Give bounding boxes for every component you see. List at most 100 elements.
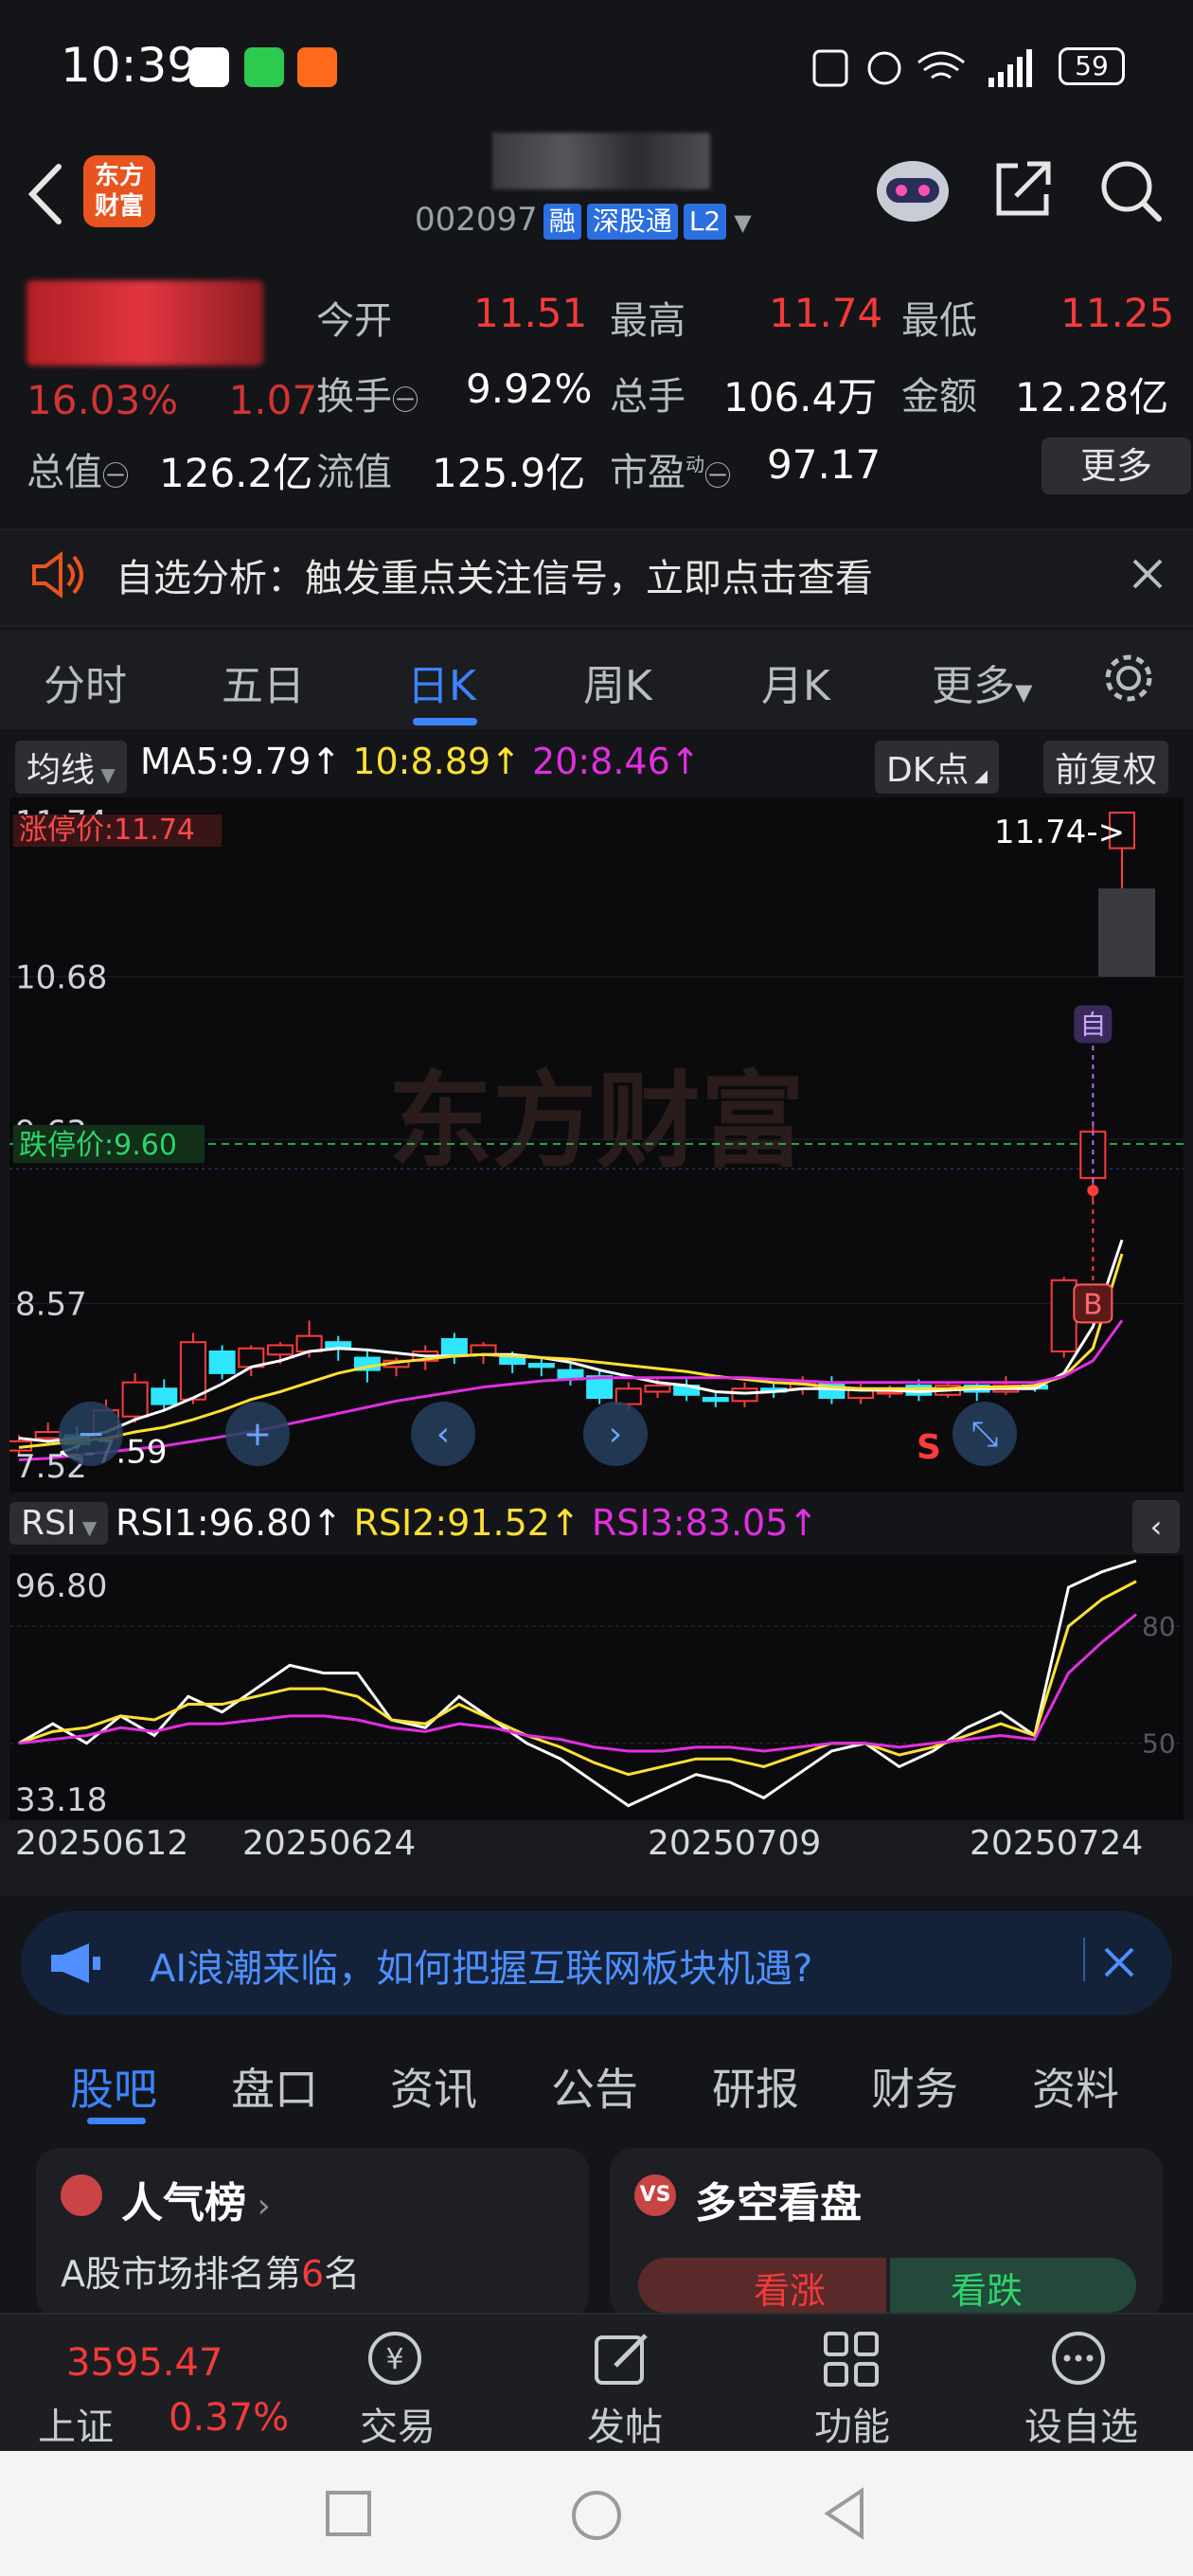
candle-body bbox=[266, 1344, 294, 1356]
rsi-chart[interactable]: 80 50 96.80 33.18 bbox=[9, 1555, 1184, 1820]
low-value: 11.25 bbox=[1060, 290, 1175, 336]
ytick-4: 8.57 bbox=[15, 1285, 87, 1323]
expand-icon[interactable]: ⤡ bbox=[953, 1402, 1017, 1466]
info-icon: ㊀ bbox=[102, 460, 130, 492]
share-icon[interactable] bbox=[989, 156, 1056, 223]
nav-trade[interactable]: 交易 bbox=[360, 2396, 436, 2451]
rsi-selector[interactable]: RSI ▼ bbox=[9, 1502, 109, 1545]
function-grid-icon bbox=[824, 2332, 879, 2387]
kline-chart[interactable]: 东方财富11.74涨停价:11.7410.689.63跌停价:9.608.577… bbox=[9, 797, 1184, 1493]
date-tick-4: 20250724 bbox=[970, 1824, 1144, 1863]
zoom-out-icon[interactable]: − bbox=[59, 1402, 123, 1466]
megaphone-icon bbox=[51, 1943, 100, 1983]
candle-body bbox=[731, 1387, 758, 1403]
rsi-background bbox=[9, 1555, 1184, 1820]
candle-body bbox=[499, 1356, 526, 1366]
more-button[interactable]: 更多 bbox=[1042, 438, 1191, 494]
tab-weekly-k[interactable]: 周K bbox=[583, 652, 652, 712]
rsi2-value: RSI2:91.52↑ bbox=[353, 1502, 580, 1544]
stock-code-line[interactable]: 002097 融深股通 L2 ▼ bbox=[415, 201, 752, 240]
dropdown-icon: ▼ bbox=[1015, 679, 1033, 706]
stock-name-blurred bbox=[492, 133, 710, 189]
svg-text:⤡: ⤡ bbox=[971, 1415, 999, 1454]
tab-profile[interactable]: 资料 bbox=[1032, 2055, 1119, 2118]
candle-body bbox=[527, 1363, 555, 1368]
ranking-icon bbox=[61, 2174, 102, 2216]
adjust-button[interactable]: 前复权 bbox=[1043, 741, 1169, 794]
signal-icon bbox=[988, 49, 1032, 87]
tab-five-day[interactable]: 五日 bbox=[222, 652, 305, 712]
dropdown-icon: ▼ bbox=[734, 209, 752, 236]
tab-daily-k[interactable]: 日K bbox=[407, 652, 476, 712]
float-cap-label: 流值 bbox=[316, 451, 392, 494]
tab-orderbook[interactable]: 盘口 bbox=[231, 2055, 318, 2118]
battery-icon: 59 bbox=[1059, 47, 1125, 85]
index-value[interactable]: 3595.47 bbox=[66, 2341, 223, 2385]
tag-l2: L2 bbox=[683, 204, 727, 240]
nfc-icon bbox=[812, 49, 848, 87]
tab-intraday[interactable]: 分时 bbox=[44, 652, 127, 712]
pe-value: 97.17 bbox=[767, 441, 881, 488]
recent-apps-icon[interactable] bbox=[322, 2487, 377, 2542]
ma20-value: 20:8.46↑ bbox=[532, 741, 701, 782]
open-value: 11.51 bbox=[473, 290, 588, 336]
candle-body bbox=[151, 1387, 178, 1405]
tab-news[interactable]: 资讯 bbox=[390, 2055, 477, 2118]
mark-zi: 自 bbox=[1079, 1009, 1106, 1040]
tab-research[interactable]: 研报 bbox=[712, 2055, 799, 2118]
date-tick-1: 20250612 bbox=[15, 1824, 189, 1863]
market-cap-value: 126.2亿 bbox=[159, 450, 313, 496]
index-change: 0.37% bbox=[169, 2396, 290, 2440]
indicator-selector[interactable]: 均线 ▼ bbox=[15, 741, 127, 794]
dk-point-button[interactable]: DK点 ◢ bbox=[875, 741, 999, 794]
turnover-label: 换手㊀ bbox=[316, 375, 419, 419]
notice-text: 自选分析：触发重点关注信号，立即点击查看 bbox=[116, 557, 873, 600]
taobao-icon bbox=[297, 47, 337, 87]
settings-gear-icon[interactable] bbox=[1100, 650, 1157, 707]
candle-body bbox=[179, 1341, 206, 1401]
mark-s: S bbox=[917, 1428, 941, 1467]
news-app-icon bbox=[189, 47, 229, 87]
bear-label: 看跌 bbox=[951, 2270, 1024, 2312]
zoom-in-icon[interactable]: + bbox=[225, 1402, 290, 1466]
ai-robot-icon[interactable] bbox=[871, 152, 954, 227]
candle-body bbox=[208, 1351, 236, 1374]
tab-announcements[interactable]: 公告 bbox=[551, 2055, 638, 2118]
ma10-value: 10:8.89↑ bbox=[352, 741, 521, 782]
svg-text:¥: ¥ bbox=[385, 2343, 403, 2376]
back-nav-icon[interactable] bbox=[818, 2485, 875, 2542]
tab-more[interactable]: 更多▼ bbox=[932, 652, 1032, 712]
market-cap-label: 总值㊀ bbox=[27, 451, 130, 494]
home-icon[interactable] bbox=[568, 2487, 625, 2544]
change-abs: 1.07 bbox=[228, 377, 318, 423]
collapse-icon[interactable]: ‹ bbox=[1132, 1500, 1180, 1553]
back-icon[interactable] bbox=[19, 152, 76, 237]
nav-function[interactable]: 功能 bbox=[814, 2396, 890, 2451]
pan-right-icon[interactable]: › bbox=[583, 1402, 648, 1466]
nav-add-watchlist[interactable]: 设自选 bbox=[1024, 2396, 1138, 2451]
svg-text:‹: ‹ bbox=[436, 1415, 450, 1454]
close-icon[interactable] bbox=[1100, 1943, 1138, 1981]
pan-left-icon[interactable]: ‹ bbox=[411, 1402, 475, 1466]
tab-monthly-k[interactable]: 月K bbox=[761, 652, 830, 712]
rsi1-value: RSI1:96.80↑ bbox=[116, 1502, 343, 1544]
candle-body bbox=[440, 1337, 468, 1356]
stock-code: 002097 bbox=[415, 201, 538, 239]
search-icon[interactable] bbox=[1096, 156, 1165, 224]
pe-label: 市盈动㊀ bbox=[610, 451, 732, 494]
tag-sz-connect: 深股通 bbox=[586, 204, 678, 240]
popularity-rank-text: A股市场排名第6名 bbox=[61, 2253, 361, 2295]
svg-text:›: › bbox=[609, 1415, 622, 1454]
rsi-ref-80-label: 80 bbox=[1142, 1611, 1176, 1642]
tab-guba[interactable]: 股吧 bbox=[70, 2055, 157, 2118]
limit-up-label: 涨停价:11.74 bbox=[19, 814, 195, 847]
bull-label: 看涨 bbox=[754, 2270, 827, 2312]
nav-post[interactable]: 发帖 bbox=[587, 2396, 663, 2451]
close-icon[interactable] bbox=[1129, 555, 1166, 593]
candle-body bbox=[614, 1387, 642, 1405]
watermark: 东方财富 bbox=[388, 1061, 805, 1182]
divider bbox=[1083, 1938, 1085, 1981]
vs-icon: VS bbox=[634, 2174, 676, 2216]
tab-finance[interactable]: 财务 bbox=[871, 2055, 958, 2118]
popularity-title: 人气榜 › bbox=[121, 2179, 271, 2227]
